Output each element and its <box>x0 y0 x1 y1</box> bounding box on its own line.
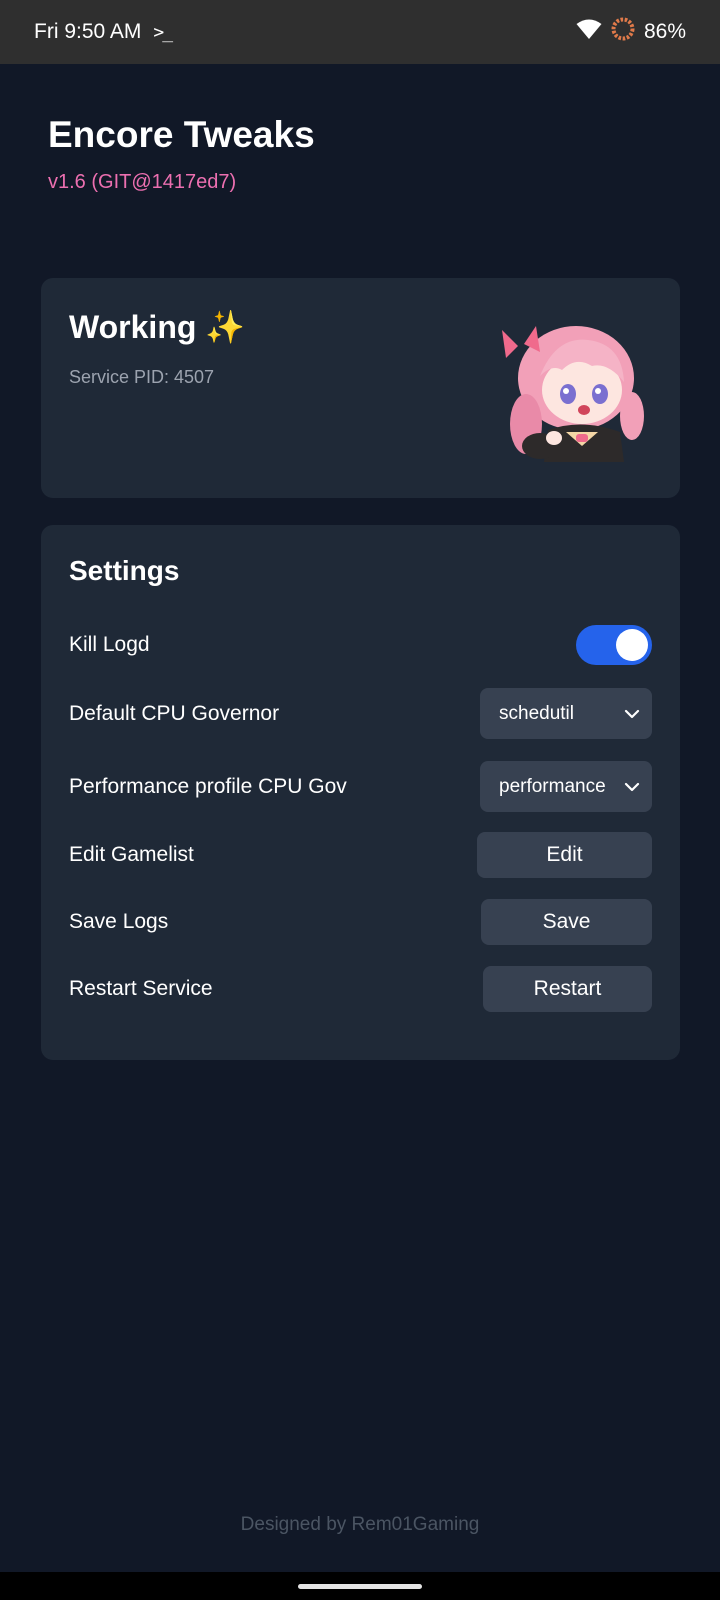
edit-gamelist-row: Edit Gamelist Edit <box>69 832 652 878</box>
service-status-title: Working ✨ <box>69 309 246 345</box>
battery-ring-icon <box>610 16 636 48</box>
chevron-down-icon <box>624 782 640 792</box>
app-version: v1.6 (GIT@1417ed7) <box>48 171 237 193</box>
status-left: Fri 9:50 AM >_ <box>34 20 173 44</box>
footer-credit: Designed by Rem01Gaming <box>240 1514 480 1535</box>
restart-service-button[interactable]: Restart <box>483 966 652 1012</box>
default-governor-row: Default CPU Governor schedutil <box>69 688 652 739</box>
performance-governor-value: performance <box>499 775 606 797</box>
service-pid: Service PID: 4507 <box>69 367 215 387</box>
status-bar: Fri 9:50 AM >_ 86% <box>0 0 720 64</box>
restart-service-row: Restart Service Restart <box>69 966 652 1012</box>
battery-percent: 86% <box>643 20 686 43</box>
performance-governor-select[interactable]: performance <box>480 761 652 812</box>
terminal-icon: >_ <box>153 21 173 43</box>
status-right: 86% <box>576 16 686 48</box>
edit-gamelist-label: Edit Gamelist <box>69 843 194 866</box>
performance-governor-label: Performance profile CPU Gov <box>69 774 347 798</box>
default-governor-select[interactable]: schedutil <box>480 688 652 739</box>
edit-gamelist-button[interactable]: Edit <box>477 832 652 878</box>
restart-service-label: Restart Service <box>69 977 213 1000</box>
status-card: Working ✨ Service PID: 4507 <box>41 278 680 498</box>
default-governor-value: schedutil <box>499 702 574 724</box>
kill-logd-label: Kill Logd <box>69 633 150 656</box>
toggle-knob <box>616 629 648 661</box>
default-governor-label: Default CPU Governor <box>69 701 280 725</box>
wifi-icon <box>576 18 602 46</box>
kill-logd-row: Kill Logd <box>69 623 652 667</box>
gesture-handle[interactable] <box>298 1584 422 1589</box>
chevron-down-icon <box>624 709 640 719</box>
settings-title: Settings <box>69 555 180 586</box>
performance-governor-row: Performance profile CPU Gov performance <box>69 761 652 812</box>
save-logs-button[interactable]: Save <box>481 899 652 945</box>
mascot-image <box>502 326 644 462</box>
app-title: Encore Tweaks <box>48 114 315 155</box>
save-logs-label: Save Logs <box>69 910 169 933</box>
navigation-bar <box>0 1572 720 1600</box>
status-time: Fri 9:50 AM <box>34 20 142 43</box>
save-logs-row: Save Logs Save <box>69 899 652 945</box>
kill-logd-toggle[interactable] <box>576 625 652 665</box>
settings-card: Settings Kill Logd Default CPU Governor … <box>41 525 680 1060</box>
